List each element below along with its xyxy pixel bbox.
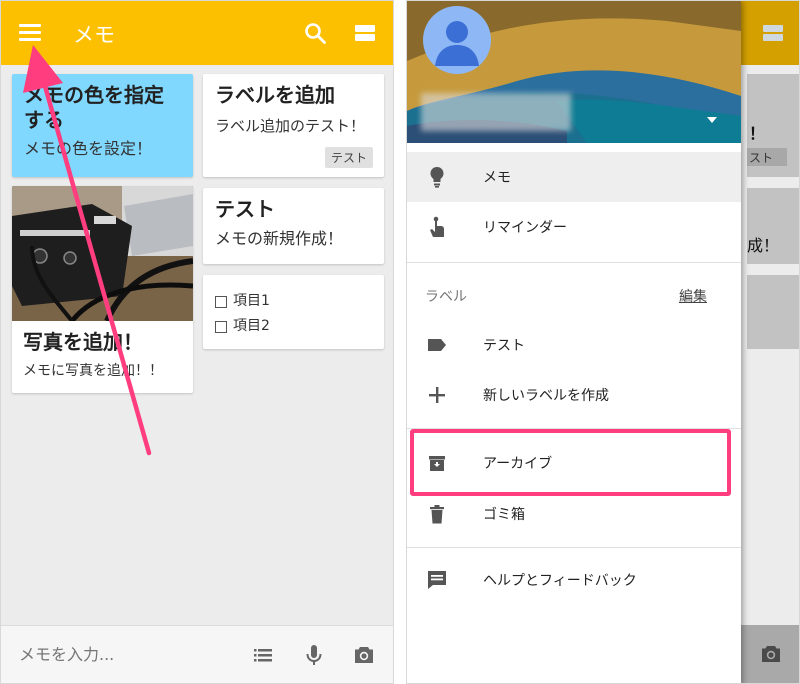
app-title: メモ [73, 23, 115, 47]
drawer-item-notes[interactable]: メモ [407, 152, 741, 202]
background-bottom-bar [741, 625, 799, 683]
note-card-photo[interactable]: 写真を追加！ メモに写真を追加！！ [12, 186, 193, 393]
keep-main-screen: メモ メモの色を指定する メモの色を設定！ ラベルを追加 ラベル追加のテスト！ … [0, 0, 394, 684]
drawer-item-new-label[interactable]: 新しいラベルを作成 [407, 370, 741, 420]
note-title: テスト [215, 197, 275, 221]
drawer-item-help-feedback[interactable]: ヘルプとフィードバック [407, 555, 741, 605]
note-photo-image [12, 186, 193, 321]
background-chip: スト [747, 148, 787, 166]
drawer-item-label-test[interactable]: テスト [407, 320, 741, 370]
microphone-icon[interactable] [302, 643, 326, 667]
hamburger-menu-icon[interactable] [19, 24, 41, 42]
keep-drawer-screen: ！ スト 成！ メモ リマインダー ラベル 編集 テスト 新しいラベルを作成 ア… [406, 0, 800, 684]
annotation-highlight-box [410, 429, 731, 496]
drawer-item-trash[interactable]: ゴミ箱 [407, 489, 741, 539]
drawer-header[interactable] [407, 1, 741, 143]
background-note [747, 275, 799, 349]
note-card-new[interactable]: テスト メモの新規作成！ [203, 188, 384, 264]
lightbulb-icon [430, 167, 444, 188]
camera-icon [762, 646, 780, 662]
plus-icon [429, 387, 445, 403]
background-note-text: 成！ [747, 236, 780, 255]
checkbox-icon[interactable] [215, 295, 227, 308]
label-chip: テスト [324, 147, 373, 168]
camera-icon[interactable] [352, 643, 376, 667]
note-card-label[interactable]: ラベルを追加 ラベル追加のテスト！ テスト [203, 74, 384, 177]
note-body: メモの新規作成！ [215, 229, 344, 248]
note-body: メモに写真を追加！！ [23, 363, 163, 379]
background-note: ！ スト [747, 74, 799, 177]
background-note: 成！ [747, 188, 799, 264]
list-view-icon[interactable] [355, 25, 375, 41]
divider [407, 547, 741, 548]
drawer-item-label: メモ [483, 170, 511, 186]
drawer-item-label: 新しいラベルを作成 [483, 388, 609, 404]
search-icon[interactable] [303, 21, 327, 45]
note-card-color[interactable]: メモの色を指定する メモの色を設定！ [12, 74, 193, 177]
list-icon[interactable] [251, 643, 275, 667]
checkbox-icon[interactable] [215, 320, 227, 333]
list-view-icon [763, 25, 783, 41]
note-title: ラベルを追加 [215, 83, 335, 107]
labels-section-header: ラベル [425, 289, 467, 305]
checklist-item-label: 項目1 [233, 293, 270, 309]
note-title: メモの色を指定する [24, 83, 164, 132]
note-body: ラベル追加のテスト！ [215, 117, 366, 135]
background-note-text: ！ [749, 124, 766, 143]
bottom-bar [1, 625, 393, 683]
checklist-item[interactable]: 項目1 [215, 289, 372, 314]
drawer-item-label: ゴミ箱 [483, 507, 525, 523]
divider [407, 262, 741, 263]
note-card-checklist[interactable]: 項目1 項目2 [203, 275, 384, 349]
checklist-item-label: 項目2 [233, 318, 270, 334]
avatar[interactable] [423, 6, 491, 74]
edit-labels-link[interactable]: 編集 [679, 286, 707, 306]
feedback-icon [428, 571, 446, 589]
app-bar: メモ [1, 1, 393, 65]
drawer-item-label: テスト [483, 338, 525, 354]
reminder-hand-icon [430, 216, 444, 237]
account-name-blurred [421, 93, 571, 131]
label-icon [428, 339, 446, 351]
avatar-icon [435, 21, 479, 66]
account-dropdown-icon[interactable] [707, 117, 717, 123]
drawer-item-label: ヘルプとフィードバック [483, 573, 637, 589]
note-title: 写真を追加！ [23, 330, 143, 354]
drawer-item-label: リマインダー [483, 220, 567, 236]
note-input[interactable] [19, 645, 219, 664]
navigation-drawer: メモ リマインダー ラベル 編集 テスト 新しいラベルを作成 アーカイブ ゴミ箱… [407, 1, 741, 683]
checklist-item[interactable]: 項目2 [215, 314, 372, 339]
trash-icon [430, 505, 444, 524]
note-body: メモの色を設定！ [24, 139, 153, 158]
drawer-item-reminders[interactable]: リマインダー [407, 202, 741, 252]
